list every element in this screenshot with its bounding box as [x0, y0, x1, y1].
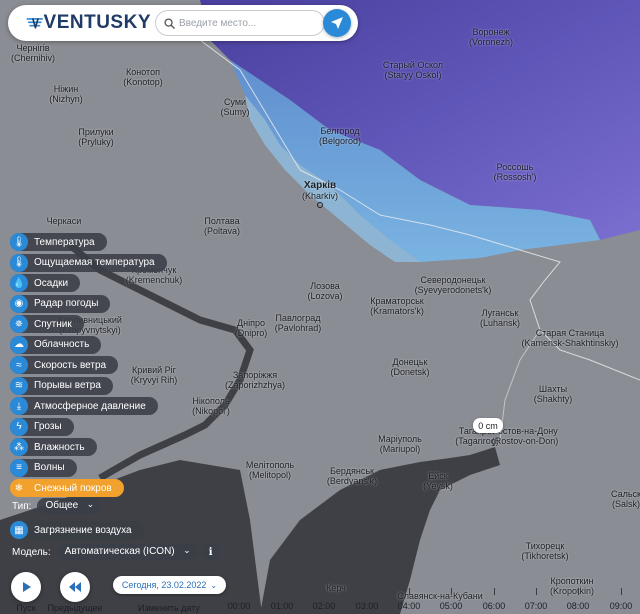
- city-konotop: Конотоп (Konotop): [123, 67, 163, 87]
- type-selector-row: Тип: Общее ⌄: [12, 498, 101, 514]
- snow-depth-tooltip: 0 cm: [473, 418, 503, 433]
- city-kharkiv: Харків (Kharkiv): [302, 180, 338, 208]
- city-luhansk: Луганськ (Luhansk): [479, 308, 521, 328]
- play-icon: [23, 582, 31, 592]
- humidity-icon: ⁂: [10, 438, 28, 457]
- timeline-hour[interactable]: 07:00: [525, 601, 548, 611]
- layer-satellite[interactable]: ✵ Спутник: [10, 315, 167, 334]
- locate-button[interactable]: [323, 9, 351, 37]
- thunderstorm-icon: ϟ: [10, 417, 28, 436]
- city-shakhty: Шахты (Shakhty): [533, 384, 573, 404]
- waves-icon: ≡: [10, 458, 28, 477]
- previous-label: Предыдущее: [47, 603, 103, 613]
- model-selector-row: Модель: Автоматическая (ICON) ⌄ i: [12, 544, 219, 560]
- logo[interactable]: VENTUSKY: [26, 12, 151, 34]
- layer-radar[interactable]: ◉ Радар погоды: [10, 294, 167, 314]
- city-voronezh: Воронеж (Voronezh): [468, 27, 514, 47]
- search-box[interactable]: [155, 10, 325, 36]
- layer-snow-cover[interactable]: ❄ Снежный покров: [10, 479, 167, 498]
- city-dnipro: Дніпро (Dnipro): [234, 318, 268, 338]
- model-label: Модель:: [12, 546, 51, 558]
- type-select[interactable]: Общее ⌄: [37, 498, 101, 514]
- city-pryluky: Прилуки (Pryluky): [78, 127, 114, 147]
- city-berdyansk: Бердянськ (Berdyans'k): [326, 466, 378, 486]
- navigation-arrow-icon: [331, 17, 343, 29]
- ventusky-logo-icon: [26, 18, 43, 29]
- layer-feels-like[interactable]: 🌡 Ощущаемая температура: [10, 253, 167, 273]
- search-input[interactable]: [179, 17, 309, 29]
- city-lozova: Лозова (Lozova): [307, 281, 343, 301]
- wind-speed-icon: ≈: [10, 356, 28, 375]
- cloud-icon: ☁: [10, 335, 28, 354]
- layer-temperature[interactable]: 🌡 Температура: [10, 233, 167, 252]
- city-cherkasy: Черкаси: [46, 216, 82, 226]
- timeline-hour[interactable]: 05:00: [440, 601, 463, 611]
- air-pollution-icon: ▦: [10, 521, 28, 540]
- layer-precipitation[interactable]: 💧 Осадки: [10, 274, 167, 293]
- layer-waves[interactable]: ≡ Волны: [10, 458, 167, 478]
- layer-pressure[interactable]: ⤓ Атмосферное давление: [10, 397, 167, 416]
- timeline-hour[interactable]: 00:00: [228, 601, 251, 611]
- city-donetsk: Донецьк (Donetsk): [390, 357, 430, 377]
- type-label: Тип:: [12, 500, 32, 512]
- layer-menu: 🌡 Температура 🌡 Ощущаемая температура 💧 Оса…: [10, 233, 167, 500]
- timeline-hour[interactable]: 03:00: [356, 601, 379, 611]
- play-button[interactable]: [11, 572, 41, 602]
- snowflake-icon: ❄: [10, 479, 28, 498]
- city-belgorod: Белгород (Belgorod): [318, 126, 362, 146]
- city-zaporizhzhya: Запоріжжя (Zaporizhzhya): [224, 370, 286, 390]
- pressure-icon: ⤓: [10, 397, 28, 416]
- city-melitopol: Мелітополь (Melitopol): [245, 460, 295, 480]
- city-tikhoretsk: Тихорецк (Tikhoretsk): [521, 541, 569, 561]
- city-salsk: Сальск (Salsk): [611, 489, 640, 509]
- rain-drop-icon: 💧: [10, 274, 28, 293]
- play-label: Пуск: [16, 603, 36, 613]
- wind-gust-icon: ≋: [10, 376, 28, 395]
- city-kamensk: Старая Станица (Kamensk-Shakhtinskiy): [521, 328, 619, 348]
- city-kramatorsk: Краматорськ (Kramators'k): [370, 296, 424, 316]
- timeline-hour[interactable]: 06:00: [483, 601, 506, 611]
- layer-clouds[interactable]: ☁ Облачность: [10, 335, 167, 355]
- city-nikopol: Нікополь (Nikopol'): [192, 396, 230, 416]
- satellite-icon: ✵: [10, 315, 28, 334]
- city-staryy-oskol: Старый Оскол (Staryy Oskol): [382, 60, 444, 80]
- city-poltava: Полтава (Poltava): [203, 216, 241, 236]
- header-bar: VENTUSKY: [8, 5, 358, 41]
- city-yeysk: Ейск (Yeysk): [423, 471, 453, 491]
- timeline[interactable]: 00:00 01:00 02:00 03:00 04:00 05:00 06:0…: [226, 584, 640, 614]
- timeline-hour[interactable]: 01:00: [271, 601, 294, 611]
- city-chernihiv: Чернігів (Chernihiv): [10, 43, 56, 63]
- change-date-label: Изменить дату: [138, 603, 200, 613]
- date-picker[interactable]: Сегодня, 23.02.2022 ⌄: [113, 576, 226, 594]
- timeline-hour[interactable]: 08:00: [567, 601, 590, 611]
- city-mariupol: Маріуполь (Mariupol): [378, 434, 422, 454]
- chevron-down-icon: ⌄: [86, 499, 95, 509]
- chevron-down-icon: ⌄: [183, 545, 191, 555]
- timeline-hour[interactable]: 02:00: [313, 601, 336, 611]
- city-sumy: Суми (Sumy): [220, 97, 250, 117]
- radar-icon: ◉: [10, 294, 28, 313]
- city-rossosh: Россошь (Rossosh'): [493, 162, 537, 182]
- layer-humidity[interactable]: ⁂ Влажность: [10, 438, 167, 457]
- logo-text: VENTUSKY: [43, 12, 151, 33]
- thermometer-icon: 🌡: [10, 233, 28, 252]
- rewind-icon: [69, 582, 81, 592]
- timeline-hour[interactable]: 09:00: [610, 601, 633, 611]
- timeline-hour[interactable]: 04:00: [398, 601, 421, 611]
- feels-like-icon: 🌡: [10, 253, 28, 272]
- city-nizhyn: Ніжин (Nizhyn): [49, 84, 83, 104]
- layer-air-pollution[interactable]: ▦ Загрязнение воздуха: [10, 521, 144, 540]
- previous-button[interactable]: [60, 572, 90, 602]
- layer-thunderstorms[interactable]: ϟ Грозы: [10, 417, 167, 437]
- search-icon: [164, 17, 175, 29]
- chevron-down-icon: ⌄: [210, 580, 218, 590]
- city-pavlohrad: Павлоград (Pavlohrad): [274, 313, 322, 333]
- model-select[interactable]: Автоматическая (ICON) ⌄: [56, 544, 197, 560]
- layer-wind-speed[interactable]: ≈ Скорость ветра: [10, 356, 167, 375]
- info-icon[interactable]: i: [202, 544, 219, 560]
- city-syevyerodonetsk: Северодонецьк (Syevyerodonets'k): [414, 275, 492, 295]
- layer-wind-gusts[interactable]: ≋ Порывы ветра: [10, 376, 167, 396]
